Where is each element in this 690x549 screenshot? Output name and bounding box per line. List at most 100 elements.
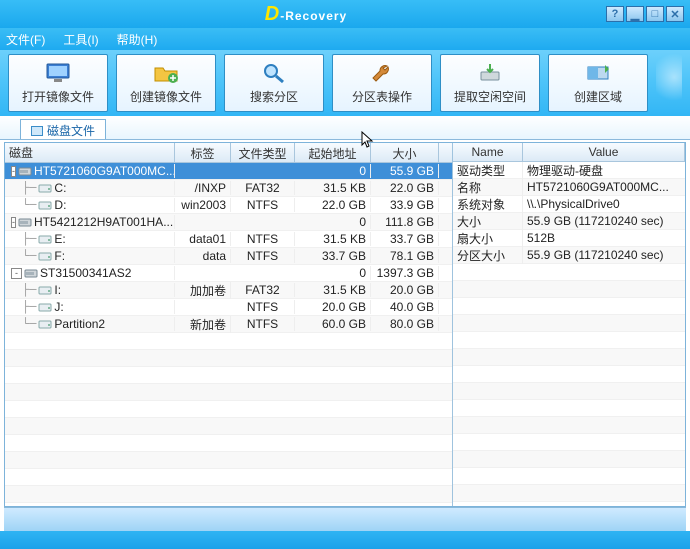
row-name: I: (54, 283, 61, 297)
property-row[interactable]: 大小55.9 GB (117210240 sec) (453, 213, 685, 230)
disk-grid-body[interactable]: - HT5721060G9AT000MC...055.9 GB ├─ C:/IN… (5, 163, 452, 506)
hard-disk-icon (24, 267, 38, 279)
search-partition-button[interactable]: 搜索分区 (224, 54, 324, 112)
minimize-button[interactable]: ▁ (626, 6, 644, 22)
empty-row (453, 468, 685, 485)
property-value: 物理驱动-硬盘 (523, 162, 685, 179)
tree-toggle[interactable]: - (11, 268, 22, 279)
create-image-button[interactable]: 创建镜像文件 (116, 54, 216, 112)
cell-start: 20.0 GB (295, 300, 371, 314)
empty-row (5, 350, 452, 367)
property-row[interactable]: 名称HT5721060G9AT000MC... (453, 179, 685, 196)
col-fstype[interactable]: 文件类型 (231, 143, 295, 162)
hard-disk-icon (18, 165, 32, 177)
cell-fs: NTFS (231, 232, 295, 246)
empty-row (453, 485, 685, 502)
row-name: E: (54, 232, 65, 246)
disk-extract-icon (477, 62, 503, 84)
col-disk[interactable]: 磁盘 (5, 143, 175, 162)
property-row[interactable]: 分区大小55.9 GB (117210240 sec) (453, 247, 685, 264)
cell-start: 31.5 KB (295, 181, 371, 195)
col-label[interactable]: 标签 (175, 143, 231, 162)
property-row[interactable]: 系统对象\\.\PhysicalDrive0 (453, 196, 685, 213)
close-button[interactable]: ✕ (666, 6, 684, 22)
partition-row[interactable]: ├─ E:data01NTFS31.5 KB33.7 GB (5, 231, 452, 248)
cell-label: 加加卷 (175, 282, 231, 299)
col-value[interactable]: Value (523, 143, 685, 161)
empty-row (5, 384, 452, 401)
cell-start: 31.5 KB (295, 283, 371, 297)
extract-free-button[interactable]: 提取空闲空间 (440, 54, 540, 112)
property-name: 大小 (453, 213, 523, 230)
monitor-icon (45, 62, 71, 84)
menu-file[interactable]: 文件(F) (6, 31, 45, 48)
partition-row[interactable]: └─ D:win2003NTFS22.0 GB33.9 GB (5, 197, 452, 214)
wrench-icon (369, 62, 395, 84)
create-region-label: 创建区域 (574, 88, 622, 105)
property-name: 扇大小 (453, 230, 523, 247)
bottom-bar (4, 507, 686, 531)
empty-row (453, 383, 685, 400)
status-bar (0, 531, 690, 549)
magnifier-icon (261, 62, 287, 84)
cell-start: 0 (295, 164, 371, 178)
empty-row (5, 333, 452, 350)
workarea: 磁盘 标签 文件类型 起始地址 大小 - HT5721060G9AT000MC.… (4, 142, 686, 507)
partition-row[interactable]: └─ Partition2新加卷NTFS60.0 GB80.0 GB (5, 316, 452, 333)
help-button[interactable]: ? (606, 6, 624, 22)
col-start[interactable]: 起始地址 (295, 143, 371, 162)
cell-start: 31.5 KB (295, 232, 371, 246)
partition-row[interactable]: ├─ I:加加卷FAT3231.5 KB20.0 GB (5, 282, 452, 299)
maximize-button[interactable]: □ (646, 6, 664, 22)
property-value: 55.9 GB (117210240 sec) (523, 248, 685, 262)
empty-row (5, 418, 452, 435)
disk-row[interactable]: - HT5421212H9AT001HA...0111.8 GB (5, 214, 452, 231)
cell-size: 1397.3 GB (371, 266, 439, 280)
menu-tools[interactable]: 工具(I) (63, 31, 98, 48)
disk-row[interactable]: - HT5721060G9AT000MC...055.9 GB (5, 163, 452, 180)
property-value: HT5721060G9AT000MC... (523, 180, 685, 194)
folder-plus-icon (153, 62, 179, 84)
cell-size: 40.0 GB (371, 300, 439, 314)
col-size[interactable]: 大小 (371, 143, 439, 162)
empty-row (5, 367, 452, 384)
property-row[interactable]: 扇大小512B (453, 230, 685, 247)
drive-icon (38, 250, 52, 262)
property-name: 系统对象 (453, 196, 523, 213)
col-name[interactable]: Name (453, 143, 523, 161)
row-name: C: (54, 181, 66, 195)
row-name: HT5421212H9AT001HA... (34, 215, 173, 229)
partition-row[interactable]: ├─ C:/INXPFAT3231.5 KB22.0 GB (5, 180, 452, 197)
create-region-button[interactable]: 创建区域 (548, 54, 648, 112)
tree-toggle[interactable]: - (11, 166, 16, 177)
tab-disk-files[interactable]: 磁盘文件 (20, 119, 106, 139)
cell-size: 22.0 GB (371, 181, 439, 195)
cell-fs: NTFS (231, 198, 295, 212)
partition-row[interactable]: └─ F:dataNTFS33.7 GB78.1 GB (5, 248, 452, 265)
partition-row[interactable]: ├─ J:NTFS20.0 GB40.0 GB (5, 299, 452, 316)
cell-start: 0 (295, 266, 371, 280)
cell-start: 60.0 GB (295, 317, 371, 331)
property-row[interactable]: 驱动类型物理驱动-硬盘 (453, 162, 685, 179)
partition-ops-button[interactable]: 分区表操作 (332, 54, 432, 112)
tree-toggle[interactable]: - (11, 217, 16, 228)
open-image-button[interactable]: 打开镜像文件 (8, 54, 108, 112)
drive-icon (38, 233, 52, 245)
property-grid-body[interactable]: 驱动类型物理驱动-硬盘名称HT5721060G9AT000MC...系统对象\\… (453, 162, 685, 506)
row-name: F: (54, 249, 65, 263)
property-name: 分区大小 (453, 247, 523, 264)
empty-row (5, 503, 452, 506)
drive-icon (38, 301, 52, 313)
property-value: \\.\PhysicalDrive0 (523, 197, 685, 211)
disk-row[interactable]: - ST31500341AS201397.3 GB (5, 265, 452, 282)
menu-help[interactable]: 帮助(H) (117, 31, 158, 48)
property-name: 名称 (453, 179, 523, 196)
cell-start: 33.7 GB (295, 249, 371, 263)
cell-size: 20.0 GB (371, 283, 439, 297)
file-icon (31, 126, 43, 136)
drive-icon (38, 284, 52, 296)
disk-grid-header: 磁盘 标签 文件类型 起始地址 大小 (5, 143, 452, 163)
cell-start: 22.0 GB (295, 198, 371, 212)
cell-size: 80.0 GB (371, 317, 439, 331)
empty-row (453, 417, 685, 434)
